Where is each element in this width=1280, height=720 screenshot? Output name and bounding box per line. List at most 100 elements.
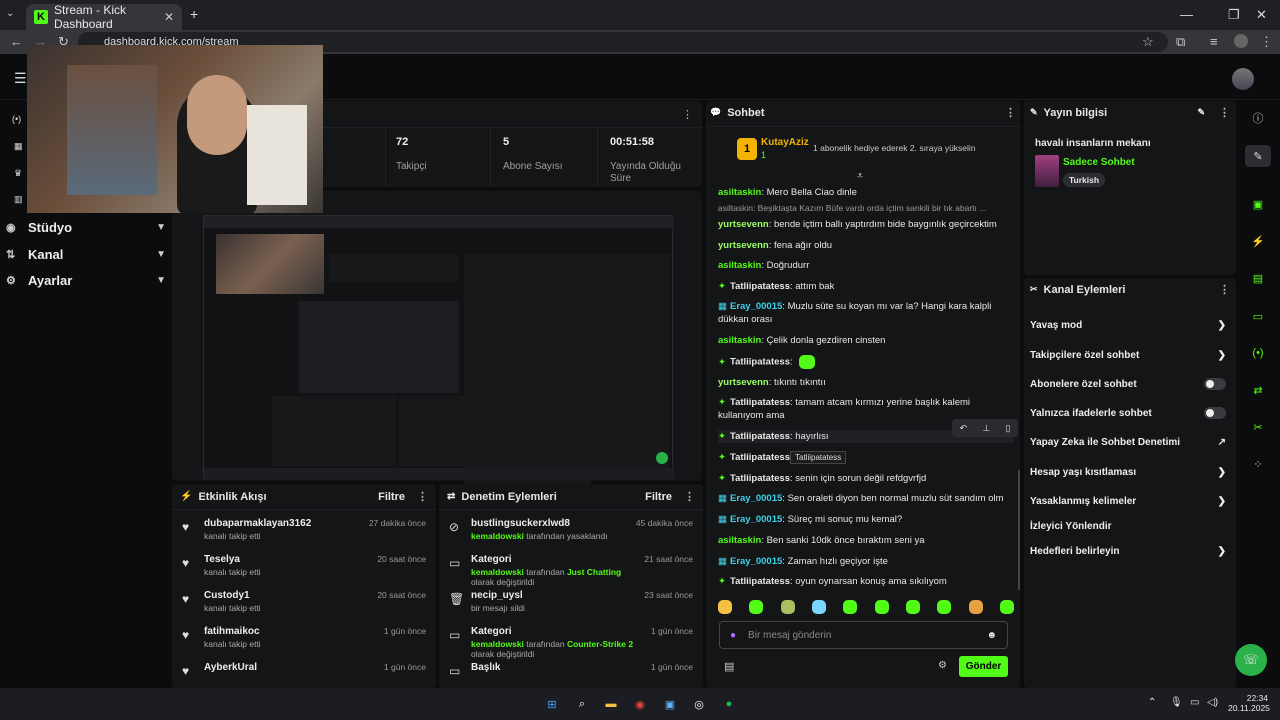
emote-icon[interactable] <box>905 600 920 614</box>
panel-menu-icon[interactable]: ⋮ <box>684 490 695 503</box>
toggle-switch[interactable] <box>1204 378 1226 390</box>
activity-item[interactable]: ♥ fatihmaikoc kanalı takip etti 1 gün ön… <box>172 626 436 662</box>
chat-username[interactable]: Eray_00015 <box>730 493 782 504</box>
chat-message[interactable]: yurtsevenn: fena ağır oldu <box>718 239 1014 252</box>
channel-action-item[interactable]: Yavaş mod ❯ <box>1030 315 1226 335</box>
steam-icon[interactable]: ◎ <box>689 694 709 714</box>
chat-message[interactable]: ✦ Tatliipatatess: senin için sorun değil … <box>718 472 1014 485</box>
chat-message[interactable]: ✦ Tatliipatatess: attım bak <box>718 280 1014 293</box>
sidebar-item-channel[interactable]: ⇅ Kanal ▼ <box>6 243 166 265</box>
channel-action-item[interactable]: İzleyici Yönlendir <box>1030 516 1226 536</box>
chat-message[interactable]: ✦ Tatliipatatess: <box>718 355 1014 369</box>
chat-message[interactable]: ▦ Eray_00015: Zaman hızlı geçiyor işte <box>718 555 1014 568</box>
chat-username[interactable]: Tatliipatatess <box>730 452 790 463</box>
camera-icon[interactable]: ▣ <box>1245 193 1271 215</box>
channel-action-item[interactable]: Hesap yaşı kısıtlaması ❯ <box>1030 462 1226 482</box>
spotify-icon[interactable]: ● <box>719 694 739 714</box>
chat-username[interactable]: Tatliipatatess <box>730 473 790 484</box>
document-icon[interactable]: ▤ <box>1245 267 1271 289</box>
emote-icon[interactable] <box>937 600 952 614</box>
extensions-icon[interactable]: ⧉ <box>1176 34 1185 50</box>
broadcast-icon[interactable]: (•) <box>1245 342 1271 364</box>
activity-item[interactable]: ♥ Custody1 kanalı takip etti 20 saat önc… <box>172 590 436 626</box>
moderation-item[interactable]: ⊘ bustlingsuckerxlwd8 kemaldowski tarafı… <box>439 518 703 554</box>
live-icon[interactable]: (•) <box>12 114 21 124</box>
channel-action-item[interactable]: Yalnızca ifadelerle sohbet <box>1030 403 1226 423</box>
clock[interactable]: 22:34 20.11.2025 <box>1228 693 1270 713</box>
pinned-username[interactable]: KutayAziz <box>761 137 809 148</box>
chat-scrollbar[interactable] <box>1018 470 1020 590</box>
hamburger-menu-icon[interactable]: ☰ <box>14 70 27 87</box>
chat-username[interactable]: Eray_00015 <box>730 556 782 567</box>
filter-button[interactable]: Filtre <box>645 491 672 503</box>
search-icon[interactable]: ⌕ <box>572 694 592 714</box>
browser-menu-icon[interactable]: ⋮ <box>1260 34 1273 50</box>
sidebar-item-studio[interactable]: ◉ Stüdyo ▼ <box>6 216 166 238</box>
chrome-icon[interactable]: ◉ <box>630 694 650 714</box>
pin-icon[interactable]: ⊥ <box>982 423 990 434</box>
bookmark-star-icon[interactable]: ☆ <box>1142 34 1154 50</box>
emote-icon[interactable] <box>780 600 795 614</box>
chat-username[interactable]: Tatliipatatess <box>730 431 790 442</box>
edit-layout-icon[interactable]: ✎ <box>1245 145 1271 167</box>
chat-input[interactable]: ● Bir mesaj gönderin ☻ <box>719 621 1008 649</box>
maximize-icon[interactable]: ❐ <box>1228 7 1240 23</box>
chat-message[interactable]: yurtsevenn: tıkıntı tıkıntıı <box>718 376 1014 389</box>
back-icon[interactable]: ← <box>10 34 23 49</box>
chat-message[interactable]: ✦ Tatliipatatess: oyun oynarsan konuş ama… <box>718 575 1014 588</box>
emote-icon[interactable] <box>843 600 858 614</box>
chat-message[interactable]: ▦ Eray_00015: Sen oraleti diyon ben norma… <box>718 492 1014 505</box>
close-tab-icon[interactable]: ✕ <box>164 10 174 24</box>
chat-username[interactable]: yurtsevenn <box>718 240 769 251</box>
moderator-name[interactable]: kemaldowski <box>471 639 524 649</box>
chat-username[interactable]: asiltaskin <box>718 260 761 271</box>
tab-search-icon[interactable]: ⌄ <box>6 8 14 19</box>
channel-action-item[interactable]: Takipçilere özel sohbet ❯ <box>1030 345 1226 365</box>
moderator-name[interactable]: kemaldowski <box>471 567 524 577</box>
moderation-icon[interactable]: ⇄ <box>1245 379 1271 401</box>
activity-item[interactable]: ♥ dubaparmaklayan3162 kanalı takip etti … <box>172 518 436 554</box>
chat-message[interactable]: ▦ Eray_00015: Süreç mi sonuç mu kemal? <box>718 513 1014 526</box>
close-window-icon[interactable]: ✕ <box>1256 7 1267 23</box>
chat-username[interactable]: Tatliipatatess <box>730 281 790 292</box>
edit-icon[interactable]: ✎ <box>1197 107 1205 118</box>
collapse-pinned-icon[interactable]: ⩡ <box>857 170 863 183</box>
stream-video-preview[interactable] <box>203 215 674 490</box>
chat-username[interactable]: Eray_00015 <box>730 514 782 525</box>
chat-message[interactable]: asiltaskin: Mero Bella Ciao dinle <box>718 186 1014 199</box>
chat-message[interactable]: ✦Tatliipatatess: oluyo <box>718 451 1014 464</box>
panel-menu-icon[interactable]: ⋮ <box>417 490 428 503</box>
chat-username[interactable]: asiltaskin <box>718 535 761 546</box>
moderation-item[interactable]: 🗑 necip_uysl bir mesajı sildi 23 saat ön… <box>439 590 703 626</box>
moderation-item[interactable]: ▭ Kategori kemaldowski tarafından Counte… <box>439 626 703 662</box>
chat-username[interactable]: Tatliipatatess <box>730 357 790 368</box>
reading-list-icon[interactable]: ≡ <box>1210 34 1218 49</box>
channel-action-item[interactable]: Abonelere özel sohbet <box>1030 374 1226 394</box>
panel-menu-icon[interactable]: ⋮ <box>1219 106 1230 119</box>
emote-icon[interactable] <box>811 600 826 614</box>
emote-icon[interactable] <box>718 600 732 614</box>
category-name[interactable]: Counter-Strike 2 <box>567 639 633 649</box>
category-name[interactable]: Sadece Sohbet <box>1063 157 1135 168</box>
minimize-icon[interactable]: — <box>1180 7 1193 22</box>
emote-icon[interactable] <box>968 600 983 614</box>
chat-settings-icon[interactable]: ⚙ <box>938 660 947 671</box>
chat-username[interactable]: asiltaskin <box>718 187 761 198</box>
channel-action-item[interactable]: Yasaklanmış kelimeler ❯ <box>1030 491 1226 511</box>
chat-message[interactable]: yurtsevenn: bende içtim ballı yaptırdım … <box>718 218 1014 231</box>
emoji-icon[interactable]: ☻ <box>986 630 997 641</box>
emote-icon[interactable] <box>749 600 764 614</box>
emote-icon[interactable] <box>999 600 1014 614</box>
chat-username[interactable]: Tatliipatatess <box>730 397 790 408</box>
chat-username[interactable]: yurtsevenn <box>718 219 769 230</box>
chat-username[interactable]: asiltaskin <box>718 335 761 346</box>
store-icon[interactable]: ▤ <box>724 660 734 673</box>
profile-avatar[interactable] <box>1234 34 1248 48</box>
chat-message[interactable]: asiltaskin: Çelik donla gezdiren cinsten <box>718 334 1014 347</box>
browser-tab[interactable]: K Stream - Kick Dashboard ✕ <box>26 3 182 31</box>
analytics-icon[interactable]: ▦ <box>14 141 23 152</box>
channel-action-item[interactable]: Hedefleri belirleyin ❯ <box>1030 541 1226 561</box>
sidebar-item-settings[interactable]: ⚙ Ayarlar ▼ <box>6 269 166 291</box>
send-button[interactable]: Gönder <box>959 656 1008 677</box>
file-explorer-icon[interactable]: ▬ <box>601 694 621 714</box>
